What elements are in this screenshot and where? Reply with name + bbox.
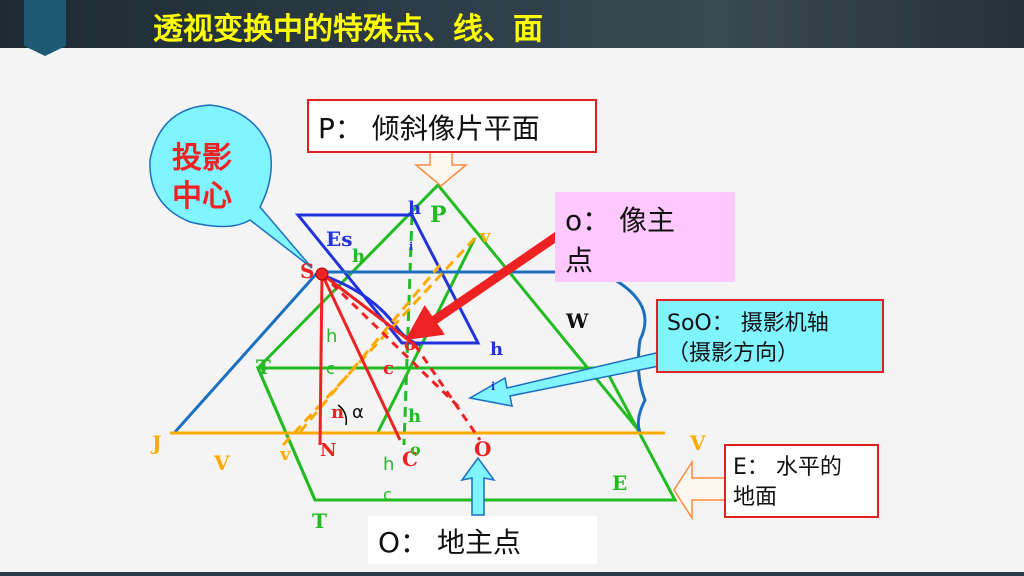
label-O: O: [474, 437, 491, 461]
ground-point-caption: O： 地主点: [378, 526, 521, 559]
label-V-left: V: [213, 451, 230, 475]
ground-plane-callout-arrow: [673, 459, 728, 521]
label-h-green-o: h: [408, 406, 421, 427]
ground-point-arrow: [460, 456, 496, 516]
label-V-right: V: [689, 431, 706, 455]
label-W: W: [565, 309, 589, 333]
label-i-p: i: [409, 240, 413, 253]
label-o: o: [404, 334, 416, 355]
principal-point-arrow: [405, 228, 566, 341]
label-c-green-mid: c: [326, 359, 335, 378]
label-P: P: [430, 202, 447, 228]
plane-p-mid-line: [376, 237, 477, 433]
label-n: n: [331, 402, 344, 423]
label-h-blue: h: [490, 339, 503, 360]
label-J: J: [150, 431, 161, 455]
plane-p-caption: P： 倾斜像片平面: [318, 112, 540, 145]
axis-soo-dashed: [413, 344, 482, 441]
label-E: E: [612, 471, 627, 495]
label-v-left: v: [279, 444, 291, 465]
label-i-blue: i: [491, 380, 495, 393]
label-o-green: o: [410, 440, 421, 459]
label-h-green-low: h: [383, 454, 394, 475]
label-N: N: [320, 440, 336, 461]
axis-caption-1: SoO： 摄影机轴: [667, 311, 829, 336]
label-T-upper: T: [256, 355, 271, 379]
projection-center-point: [315, 267, 329, 281]
label-S: S: [300, 259, 314, 283]
projection-center-text-2: 中心: [172, 179, 232, 214]
principal-point-caption-2: 点: [565, 244, 593, 277]
footer-bar: [0, 572, 1024, 576]
projection-center-text-1: 投影: [172, 141, 232, 176]
label-c: c: [383, 358, 394, 379]
label-h-green-mid: h: [326, 326, 337, 347]
principal-vertical-sn: [318, 273, 324, 446]
label-v-top: v: [479, 226, 491, 247]
label-h-green-upper: h: [352, 246, 365, 267]
axis-caption-2: （摄影方向）: [667, 341, 799, 366]
principal-point-caption-1: o： 像主: [565, 204, 675, 237]
perspective-diagram: 投影 中心 P： 倾斜像片平面 o： 像主 点 SoO： 摄影机轴 （摄影方向）…: [149, 99, 884, 564]
label-h-p: h: [408, 198, 421, 219]
label-alpha: α: [352, 402, 364, 423]
label-T-lower: T: [312, 509, 327, 533]
ground-plane-caption-2: 地面: [733, 485, 777, 510]
ground-plane-caption-1: E： 水平的: [733, 455, 842, 480]
axis-callout-arrow: [467, 351, 665, 407]
plane-p-callout-arrow: [413, 149, 469, 187]
label-c-green-low: c: [383, 485, 392, 504]
label-Es: Es: [326, 227, 353, 251]
